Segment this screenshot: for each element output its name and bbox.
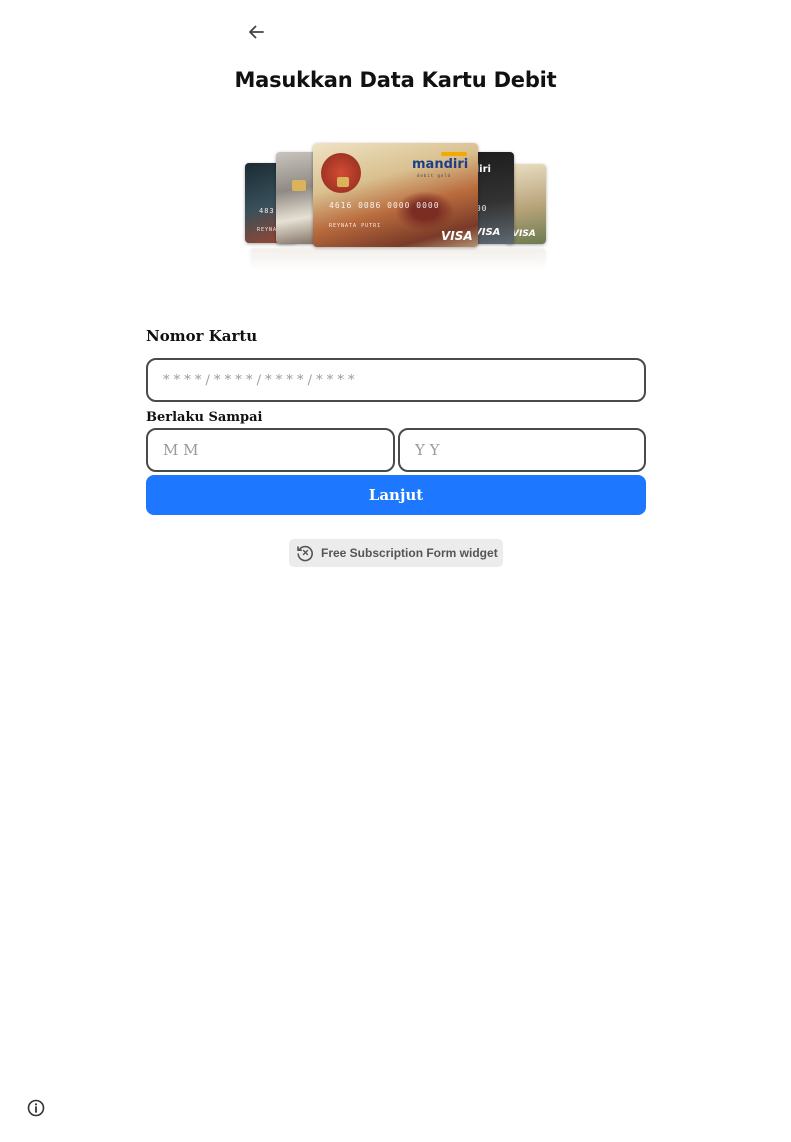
widget-badge[interactable]: Free Subscription Form widget xyxy=(289,539,503,567)
expiry-label: Berlaku Sampai xyxy=(146,410,263,425)
arrow-left-icon xyxy=(249,25,264,39)
card-holder: REYNATA PUTRI xyxy=(329,223,382,229)
info-button[interactable] xyxy=(26,1098,46,1118)
cards-reflection xyxy=(250,248,546,270)
expiry-month-input[interactable] xyxy=(146,428,395,472)
submit-button[interactable]: Lanjut xyxy=(146,475,646,515)
page-title: Masukkan Data Kartu Debit xyxy=(234,68,557,92)
page: Masukkan Data Kartu Debit 483 REYNA VISA… xyxy=(0,0,791,1142)
card-number: 4616 0086 0000 0000 xyxy=(329,201,440,210)
back-button[interactable] xyxy=(244,20,268,44)
info-icon xyxy=(27,1099,45,1117)
expiry-year-input[interactable] xyxy=(398,428,646,472)
card-number-input[interactable] xyxy=(146,358,646,402)
card-number-label: Nomor Kartu xyxy=(146,327,258,345)
card-main: mandiri debit gold 4616 0086 0000 0000 R… xyxy=(313,143,478,247)
history-icon xyxy=(297,545,313,562)
card-brand: mandiri xyxy=(412,157,469,172)
card-subtitle: debit gold xyxy=(417,173,452,178)
card-network: VISA xyxy=(441,229,473,243)
debit-cards-illustration: 483 REYNA VISA diri 000 VISA mandiri deb… xyxy=(240,138,552,278)
widget-badge-text: Free Subscription Form widget xyxy=(321,546,498,560)
